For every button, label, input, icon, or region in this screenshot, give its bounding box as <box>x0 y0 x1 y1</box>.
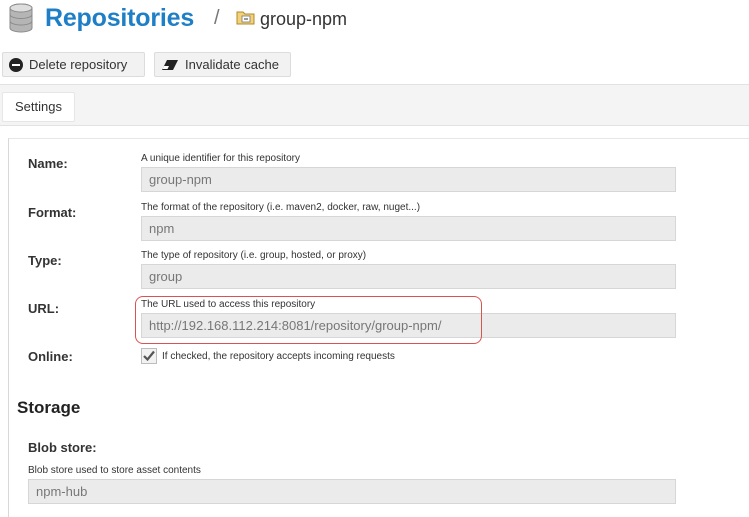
breadcrumb-separator: / <box>214 7 220 29</box>
blob-store-field[interactable]: npm-hub <box>28 479 676 504</box>
format-field[interactable]: npm <box>141 216 676 241</box>
online-checkbox[interactable] <box>141 348 157 364</box>
page-title[interactable]: Repositories <box>45 0 194 36</box>
folder-icon <box>236 11 255 25</box>
online-label: Online: <box>28 349 73 364</box>
blob-store-label: Blob store: <box>28 440 97 455</box>
database-icon <box>9 3 33 33</box>
invalidate-cache-label: Invalidate cache <box>185 56 279 72</box>
type-field[interactable]: group <box>141 264 676 289</box>
format-label: Format: <box>28 205 77 220</box>
name-field[interactable]: group-npm <box>141 167 676 192</box>
page-header: Repositories / group-npm <box>0 0 749 40</box>
storage-section-title: Storage <box>17 398 81 417</box>
online-help-text: If checked, the repository accepts incom… <box>162 351 395 362</box>
breadcrumb-repo-name: group-npm <box>260 9 348 29</box>
format-help-text: The format of the repository (i.e. maven… <box>141 202 421 213</box>
tab-bar: Settings <box>0 84 749 126</box>
url-field[interactable]: http://192.168.112.214:8081/repository/g… <box>141 313 676 338</box>
delete-repository-label: Delete repository <box>29 56 128 72</box>
blob-store-help-text: Blob store used to store asset contents <box>28 465 201 476</box>
tab-settings[interactable]: Settings <box>2 92 75 122</box>
name-label: Name: <box>28 156 68 171</box>
url-label: URL: <box>28 301 60 316</box>
eraser-icon <box>162 59 178 70</box>
remove-circle-icon <box>9 57 23 72</box>
type-label: Type: <box>28 253 62 268</box>
url-help-text: The URL used to access this repository <box>141 299 316 310</box>
repository-settings-page: Repositories / group-npm Delete reposito… <box>0 0 749 517</box>
type-help-text: The type of repository (i.e. group, host… <box>141 250 367 261</box>
name-help-text: A unique identifier for this repository <box>141 153 300 164</box>
invalidate-cache-button[interactable]: Invalidate cache <box>154 52 291 77</box>
delete-repository-button[interactable]: Delete repository <box>2 52 145 77</box>
